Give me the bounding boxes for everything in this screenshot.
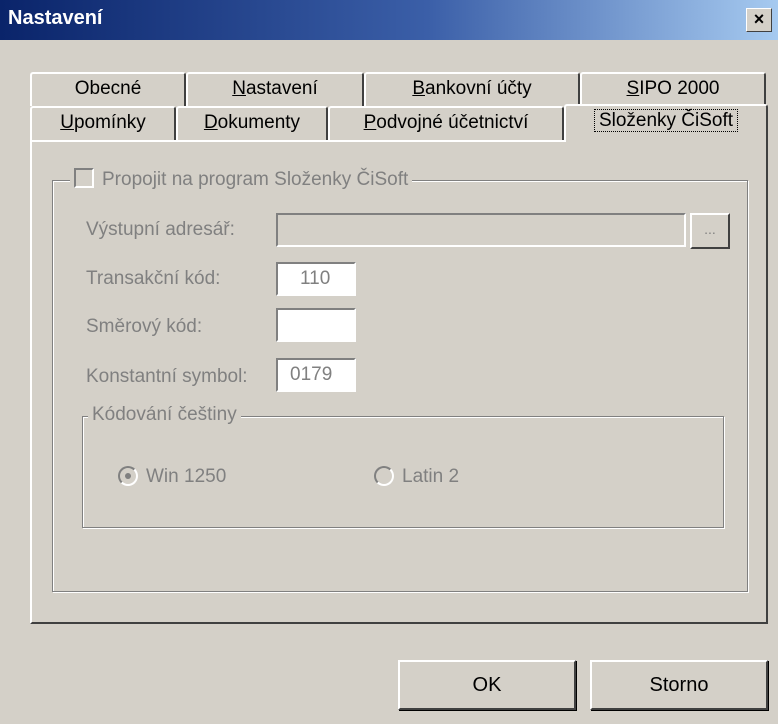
title-bar[interactable]: Nastavení × — [0, 0, 778, 40]
direction-code-label: Směrový kód: — [86, 316, 203, 337]
link-checkbox-label: Propojit na program Složenky ČiSoft — [102, 169, 409, 190]
tab-label: Nastavení — [232, 78, 318, 99]
settings-dialog: Nastavení × Obecné Nastavení Bankovní úč… — [0, 0, 778, 724]
tab-label: Podvojné účetnictví — [363, 112, 529, 133]
output-dir-label: Výstupní adresář: — [86, 219, 235, 240]
tab-label: Obecné — [74, 78, 142, 99]
radio-latin2[interactable]: Latin 2 — [374, 466, 459, 488]
tab-dokumenty[interactable]: Dokumenty — [176, 106, 328, 140]
encoding-group-label: Kódování češtiny — [88, 404, 241, 426]
transaction-code-label: Transakční kód: — [86, 268, 221, 289]
link-checkbox[interactable]: Propojit na program Složenky ČiSoft — [70, 168, 413, 191]
direction-code-input[interactable] — [276, 308, 356, 342]
tab-upominky[interactable]: Upomínky — [30, 106, 176, 140]
close-icon: × — [753, 9, 765, 29]
radio-button[interactable] — [118, 466, 138, 486]
tab-label: Složenky ČiSoft — [593, 109, 739, 132]
output-dir-input[interactable] — [276, 213, 686, 247]
transaction-code-input[interactable]: 110 — [276, 262, 356, 296]
constant-symbol-label: Konstantní symbol: — [86, 366, 248, 387]
cancel-button[interactable]: Storno — [590, 660, 768, 710]
ok-button[interactable]: OK — [398, 660, 576, 710]
tab-sipo-2000[interactable]: SIPO 2000 — [580, 72, 766, 106]
tab-slozenky-cisoft[interactable]: Složenky ČiSoft — [564, 104, 768, 142]
browse-button[interactable]: ... — [690, 213, 730, 249]
tab-nastaveni[interactable]: Nastavení — [186, 72, 364, 106]
radio-latin2-label: Latin 2 — [402, 466, 460, 487]
tab-bankovni-ucty[interactable]: Bankovní účty — [364, 72, 580, 106]
tab-label: Bankovní účty — [412, 78, 532, 99]
radio-button[interactable] — [374, 466, 394, 486]
tab-obecne[interactable]: Obecné — [30, 72, 186, 106]
radio-win1250[interactable]: Win 1250 — [118, 466, 226, 488]
checkbox-box[interactable] — [74, 168, 94, 188]
tab-label: SIPO 2000 — [626, 78, 720, 99]
window-title: Nastavení — [8, 7, 103, 29]
constant-symbol-input[interactable]: 0179 — [276, 358, 356, 392]
tab-label: Dokumenty — [203, 112, 301, 133]
tab-podvojne-ucetnictvi[interactable]: Podvojné účetnictví — [328, 106, 564, 140]
radio-win1250-label: Win 1250 — [146, 466, 227, 487]
tab-label: Upomínky — [60, 112, 146, 133]
close-button[interactable]: × — [746, 8, 772, 32]
